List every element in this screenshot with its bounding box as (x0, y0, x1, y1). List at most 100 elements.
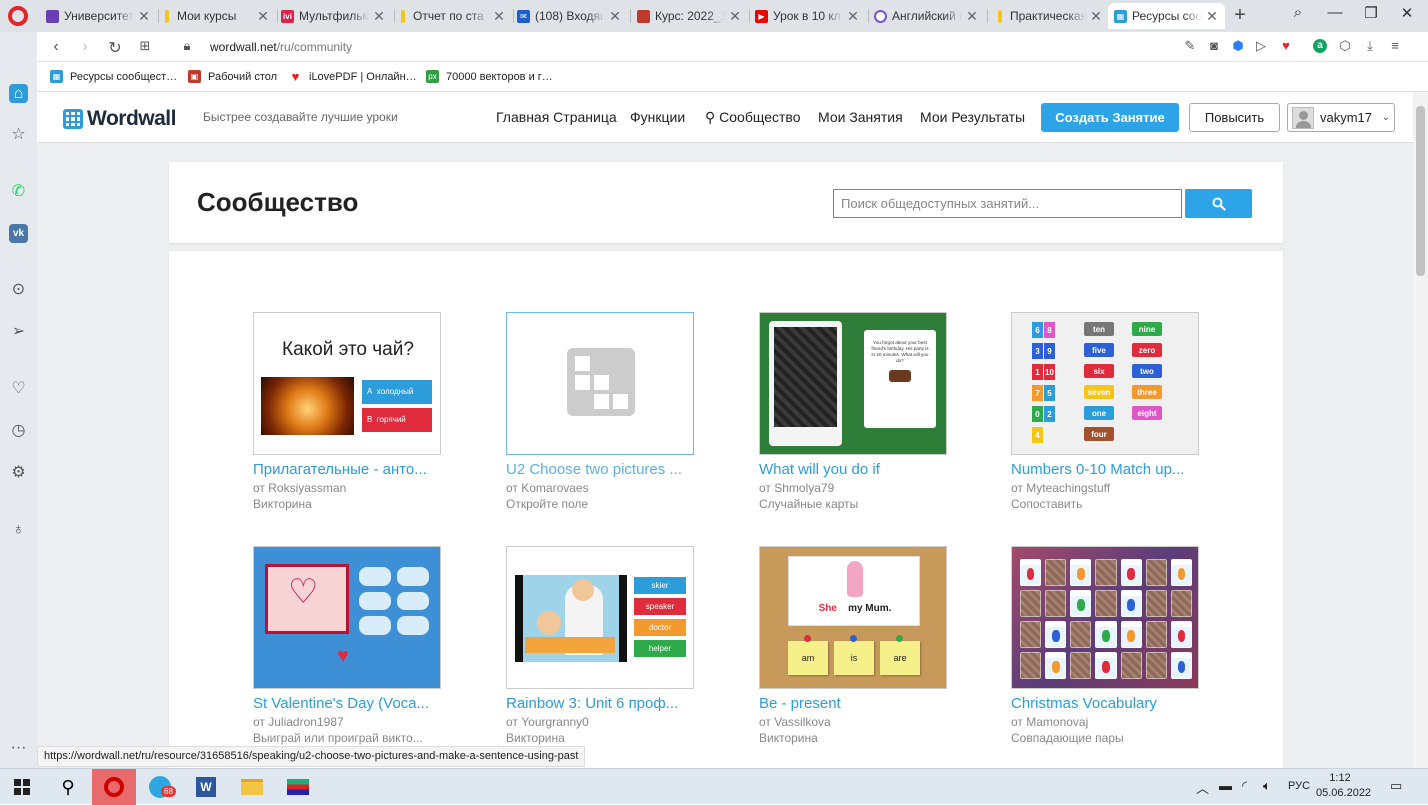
upgrade-button[interactable]: Повысить (1189, 103, 1280, 132)
tab-active[interactable]: ▦ Ресурсы сооб ✕ (1108, 3, 1225, 29)
search-input[interactable] (833, 189, 1182, 218)
app-icon[interactable] (276, 769, 320, 805)
card-title[interactable]: Numbers 0-10 Match up... (1011, 461, 1199, 478)
card-title[interactable]: Rainbow 3: Unit 6 проф... (506, 695, 694, 712)
bookmark-item[interactable]: ▦ Ресурсы сообщест… (50, 70, 177, 83)
word-icon[interactable]: W (184, 769, 228, 805)
bookmark-item[interactable]: px 70000 векторов и г… (426, 70, 553, 83)
chevron-up-icon[interactable]: ︿ (1196, 778, 1209, 797)
card-author[interactable]: от Roksiyassman (253, 481, 346, 495)
card-author[interactable]: от Myteachingstuff (1011, 481, 1110, 495)
close-icon[interactable]: ✕ (256, 8, 270, 25)
grid-icon[interactable]: ⊞ (136, 38, 154, 54)
card-author[interactable]: от Komarovaes (506, 481, 589, 495)
close-icon[interactable]: ✕ (1089, 8, 1103, 25)
tab[interactable]: Мои курсы ✕ (159, 3, 276, 29)
card-author[interactable]: от Juliadron1987 (253, 715, 344, 729)
card-title[interactable]: Прилагательные - анто... (253, 461, 441, 478)
history-icon[interactable]: ◷ (9, 421, 28, 440)
close-icon[interactable]: ✕ (608, 8, 622, 25)
tab[interactable]: Отчет по ста ✕ (395, 3, 512, 29)
activity-thumbnail[interactable] (506, 312, 694, 455)
opera-logo-icon[interactable] (8, 6, 28, 26)
activity-thumbnail[interactable]: She my Mum. am is are (759, 546, 947, 689)
card-author[interactable]: от Yourgranny0 (506, 715, 589, 729)
download-icon[interactable]: ⤓ (1363, 39, 1377, 53)
wifi-icon[interactable]: ◜ (1242, 778, 1247, 794)
lightbulb-icon[interactable]: ♁ (9, 520, 28, 539)
activity-thumbnail[interactable]: You forgot about your best friend's birt… (759, 312, 947, 455)
tab[interactable]: Английский к ✕ (868, 3, 985, 29)
activity-thumbnail[interactable] (1011, 546, 1199, 689)
tab[interactable]: ivi Мультфильм ✕ (275, 3, 392, 29)
nav-features[interactable]: Функции (630, 109, 685, 125)
heart-icon[interactable]: ♡ (9, 379, 28, 398)
whatsapp-icon[interactable]: ✆ (9, 182, 28, 201)
reload-icon[interactable]: ↻ (106, 38, 124, 58)
close-icon[interactable]: ✕ (846, 8, 860, 25)
clock[interactable]: 1:12 05.06.2022 (1316, 771, 1371, 801)
card-title[interactable]: Be - present (759, 695, 947, 712)
tab[interactable]: ✉ (108) Входящ ✕ (511, 3, 628, 29)
settings-icon[interactable]: ⚙ (9, 463, 28, 482)
more-icon[interactable]: ··· (9, 738, 28, 757)
send-icon[interactable]: ▷ (1254, 39, 1268, 53)
activity-thumbnail[interactable]: 6 8 3 9 1 10 7 5 0 2 4 ten nine five zero six two seven t… (1011, 312, 1199, 455)
lock-icon[interactable]: 🔒︎ (180, 39, 194, 53)
card-title[interactable]: Christmas Vocabulary (1011, 695, 1199, 712)
tab[interactable]: Курс: 2022_1 ✕ (631, 3, 748, 29)
url-field[interactable]: wordwall.net/ru/community (210, 40, 352, 54)
card-title[interactable]: U2 Choose two pictures ... (506, 461, 694, 478)
notifications-icon[interactable]: ▭ (1390, 778, 1402, 794)
scrollbar[interactable] (1413, 92, 1428, 768)
scrollbar-thumb[interactable] (1416, 106, 1425, 276)
close-icon[interactable]: ✕ (137, 8, 151, 25)
shield-icon[interactable]: ⬢ (1231, 39, 1245, 53)
menu-icon[interactable]: ≡ (1388, 39, 1402, 53)
nav-home[interactable]: Главная Страница (496, 109, 617, 125)
activity-thumbnail[interactable]: skier speaker doctor helper (506, 546, 694, 689)
cube-icon[interactable]: ⬡ (1338, 39, 1352, 53)
volume-icon[interactable]: 🔈︎ (1263, 778, 1271, 794)
camera-icon[interactable]: ◙ (1207, 39, 1221, 53)
extension-icon[interactable]: a (1313, 39, 1327, 53)
battery-icon[interactable]: ▬ (1219, 778, 1232, 793)
heart-icon[interactable]: ♥ (1279, 39, 1293, 53)
file-explorer-icon[interactable] (230, 769, 274, 805)
close-icon[interactable]: ✕ (372, 8, 386, 25)
telegram-icon[interactable]: 68 (138, 769, 182, 805)
close-icon[interactable]: ✕ (965, 8, 979, 25)
star-icon[interactable]: ☆ (9, 125, 28, 144)
bookmark-item[interactable]: ♥ iLovePDF | Онлайн… (289, 69, 417, 84)
search-icon[interactable]: ⌕ (1286, 4, 1310, 21)
search-button[interactable] (1185, 189, 1252, 218)
card-title[interactable]: St Valentine's Day (Voca... (253, 695, 441, 712)
windows-start-icon[interactable] (0, 769, 44, 805)
card-author[interactable]: от Shmolya79 (759, 481, 834, 495)
tab[interactable]: Практическая ✕ (992, 3, 1109, 29)
player-icon[interactable]: ⊙ (9, 280, 28, 299)
wordwall-logo[interactable]: Wordwall (63, 107, 176, 131)
bookmark-item[interactable]: ▣ Рабочий стол (188, 70, 277, 83)
back-icon[interactable]: ‹ (47, 38, 65, 56)
card-title[interactable]: What will you do if (759, 461, 947, 478)
home-icon[interactable]: ⌂ (9, 84, 28, 103)
activity-thumbnail[interactable]: ♡ ♥ (253, 546, 441, 689)
language-indicator[interactable]: РУС (1288, 780, 1310, 792)
user-menu[interactable]: vakym17 ⌄ (1287, 103, 1395, 132)
activity-thumbnail[interactable]: Какой это чай? A холодный B горячий (253, 312, 441, 455)
nav-my-activities[interactable]: Мои Занятия (818, 109, 903, 125)
restore-icon[interactable]: ❐ (1359, 4, 1383, 22)
close-icon[interactable]: ✕ (1205, 8, 1219, 25)
nav-community[interactable]: ⚲ Сообщество (705, 109, 800, 126)
tab[interactable]: ▶ Урок в 10 кл ✕ (749, 3, 866, 29)
edit-icon[interactable]: ✎ (1183, 39, 1197, 53)
forward-icon[interactable]: › (76, 38, 94, 56)
search-icon[interactable]: ⚲ (46, 769, 90, 805)
vk-icon[interactable]: vk (9, 224, 28, 243)
close-icon[interactable]: ✕ (728, 8, 742, 25)
send-icon[interactable]: ➢ (9, 322, 28, 341)
opera-taskbar-icon[interactable] (92, 769, 136, 805)
nav-my-results[interactable]: Мои Результаты (920, 109, 1025, 125)
close-window-icon[interactable]: ✕ (1395, 4, 1419, 22)
